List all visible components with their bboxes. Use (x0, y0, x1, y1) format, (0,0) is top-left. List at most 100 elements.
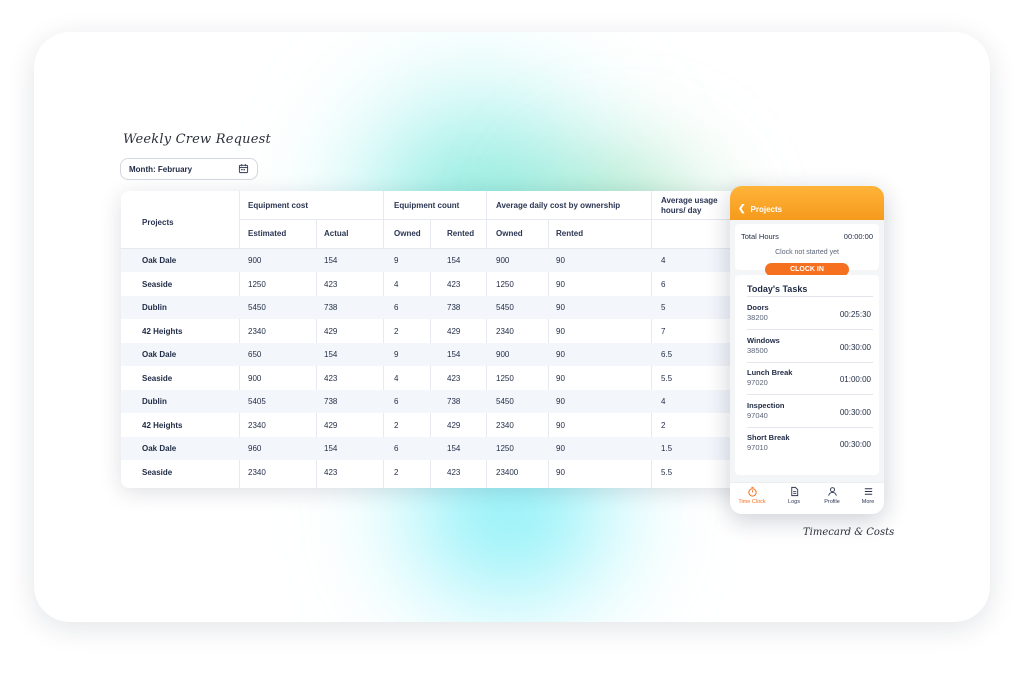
table-cell: 2 (394, 420, 399, 430)
table-cell: 429 (447, 420, 461, 430)
tab-label: Time Clock (738, 499, 766, 505)
table-cell: 2340 (248, 467, 266, 477)
project-name-cell: Seaside (142, 373, 173, 383)
table-cell: 5405 (248, 397, 266, 406)
table-cell: 90 (556, 350, 565, 359)
table-cell: 1250 (496, 373, 514, 383)
table-cell: 960 (248, 444, 262, 453)
table-cell: 423 (447, 467, 461, 477)
column-header-avg-usage: Average usage (661, 196, 718, 205)
column-header-equipment-cost: Equipment cost (248, 201, 309, 210)
table-cell: 90 (556, 303, 565, 312)
table-cell: 4 (661, 397, 666, 406)
page-title: Weekly Crew Request (123, 132, 271, 147)
table-cell: 6.5 (661, 350, 673, 359)
back-link[interactable]: Projects (751, 205, 783, 214)
table-cell: 90 (556, 373, 565, 383)
table-cell: 5450 (496, 397, 514, 406)
table-cell: 1250 (496, 444, 514, 453)
table-cell: 9 (394, 350, 399, 359)
table-cell: 2 (394, 467, 399, 477)
table-cell: 423 (324, 467, 338, 477)
task-item[interactable]: Doors 38200 00:25:30 (747, 303, 873, 322)
column-header-equipment-count: Equipment count (394, 201, 460, 210)
column-header-avg-usage-unit: hours/ day (661, 206, 702, 215)
table-cell: 738 (447, 397, 461, 406)
caption: Timecard & Costs (803, 527, 895, 538)
table-cell: 2340 (248, 326, 266, 336)
table-cell: 2340 (248, 420, 266, 430)
table-cell: 5450 (496, 303, 514, 312)
table-cell: 1.5 (661, 444, 673, 453)
table-cell: 423 (324, 373, 338, 383)
column-header-owned: Owned (496, 229, 523, 238)
task-duration: 01:00:00 (839, 375, 871, 384)
table-cell: 154 (447, 256, 461, 265)
table-cell: 154 (447, 350, 461, 359)
header-divider (239, 219, 761, 220)
column-header-projects: Projects (142, 218, 174, 227)
tab-profile[interactable]: Profile (814, 486, 850, 505)
tab-label: More (861, 499, 875, 505)
tab-more[interactable]: More (850, 486, 884, 505)
table-cell: 650 (248, 350, 262, 359)
table-cell: 154 (324, 444, 338, 453)
task-duration: 00:25:30 (839, 310, 871, 319)
table-cell: 6 (394, 444, 399, 453)
table-cell: 423 (324, 279, 338, 289)
task-item[interactable]: Windows 38500 00:30:00 (747, 336, 873, 355)
table-cell: 429 (447, 326, 461, 336)
table-cell: 5 (661, 303, 666, 312)
column-header-avg-daily-cost: Average daily cost by ownership (496, 201, 621, 210)
tab-bar: Time Clock Logs Profile More (730, 482, 884, 514)
person-icon (827, 487, 837, 496)
table-cell: 2 (394, 326, 399, 336)
menu-icon (864, 488, 872, 495)
tab-logs[interactable]: Logs (776, 486, 812, 505)
divider (747, 426, 873, 428)
table-cell: 6 (394, 397, 399, 406)
table-cell: 154 (324, 350, 338, 359)
chevron-left-icon[interactable]: ❮ (738, 203, 746, 214)
table-cell: 154 (324, 256, 338, 265)
table-cell: 5.5 (661, 373, 673, 383)
table-cell: 900 (248, 256, 262, 265)
month-picker-label: Month: February (129, 164, 193, 174)
project-name-cell: Dublin (142, 303, 167, 312)
table-cell: 90 (556, 279, 565, 289)
table-cell: 4 (394, 373, 399, 383)
phone-header: ❮ Projects (730, 186, 884, 220)
project-name-cell: Oak Dale (142, 350, 177, 359)
table-cell: 429 (324, 420, 338, 430)
calendar-icon[interactable] (238, 163, 249, 176)
table-cell: 90 (556, 256, 565, 265)
month-picker[interactable]: Month: February (120, 158, 258, 180)
total-hours-label: Total Hours (741, 232, 779, 241)
table-cell: 6 (394, 303, 399, 312)
table-cell: 7 (661, 326, 666, 336)
clock-status: Clock not started yet (775, 249, 839, 256)
tab-time-clock[interactable]: Time Clock (734, 486, 770, 505)
task-item[interactable]: Short Break 97010 00:30:00 (747, 433, 873, 452)
table-cell: 738 (447, 303, 461, 312)
task-duration: 00:30:00 (839, 342, 871, 352)
table-cell: 423 (447, 279, 461, 289)
task-item[interactable]: Inspection 97040 00:30:00 (747, 401, 873, 420)
column-header-actual: Actual (324, 229, 349, 238)
table-cell: 2 (661, 420, 666, 430)
tab-label: Profile (824, 499, 840, 505)
tasks-title: Today's Tasks (747, 284, 808, 294)
table-cell: 154 (447, 444, 461, 453)
crew-request-table: Projects Equipment cost Equipment count … (121, 191, 761, 488)
column-header-rented: Rented (556, 229, 584, 238)
task-item[interactable]: Lunch Break 97020 01:00:00 (747, 368, 873, 387)
table-cell: 2340 (496, 326, 514, 336)
divider (747, 329, 873, 330)
tasks-card: Today's Tasks Doors 38200 00:25:30 Windows 3… (735, 275, 879, 475)
table-cell: 429 (324, 326, 338, 336)
project-name-cell: Dublin (142, 397, 167, 406)
table-cell: 423 (447, 373, 461, 383)
document-icon (790, 486, 798, 497)
mobile-timecard: ❮ Projects Total Hours 00:00:00 Clock no… (730, 186, 884, 514)
table-cell: 2340 (496, 420, 514, 430)
